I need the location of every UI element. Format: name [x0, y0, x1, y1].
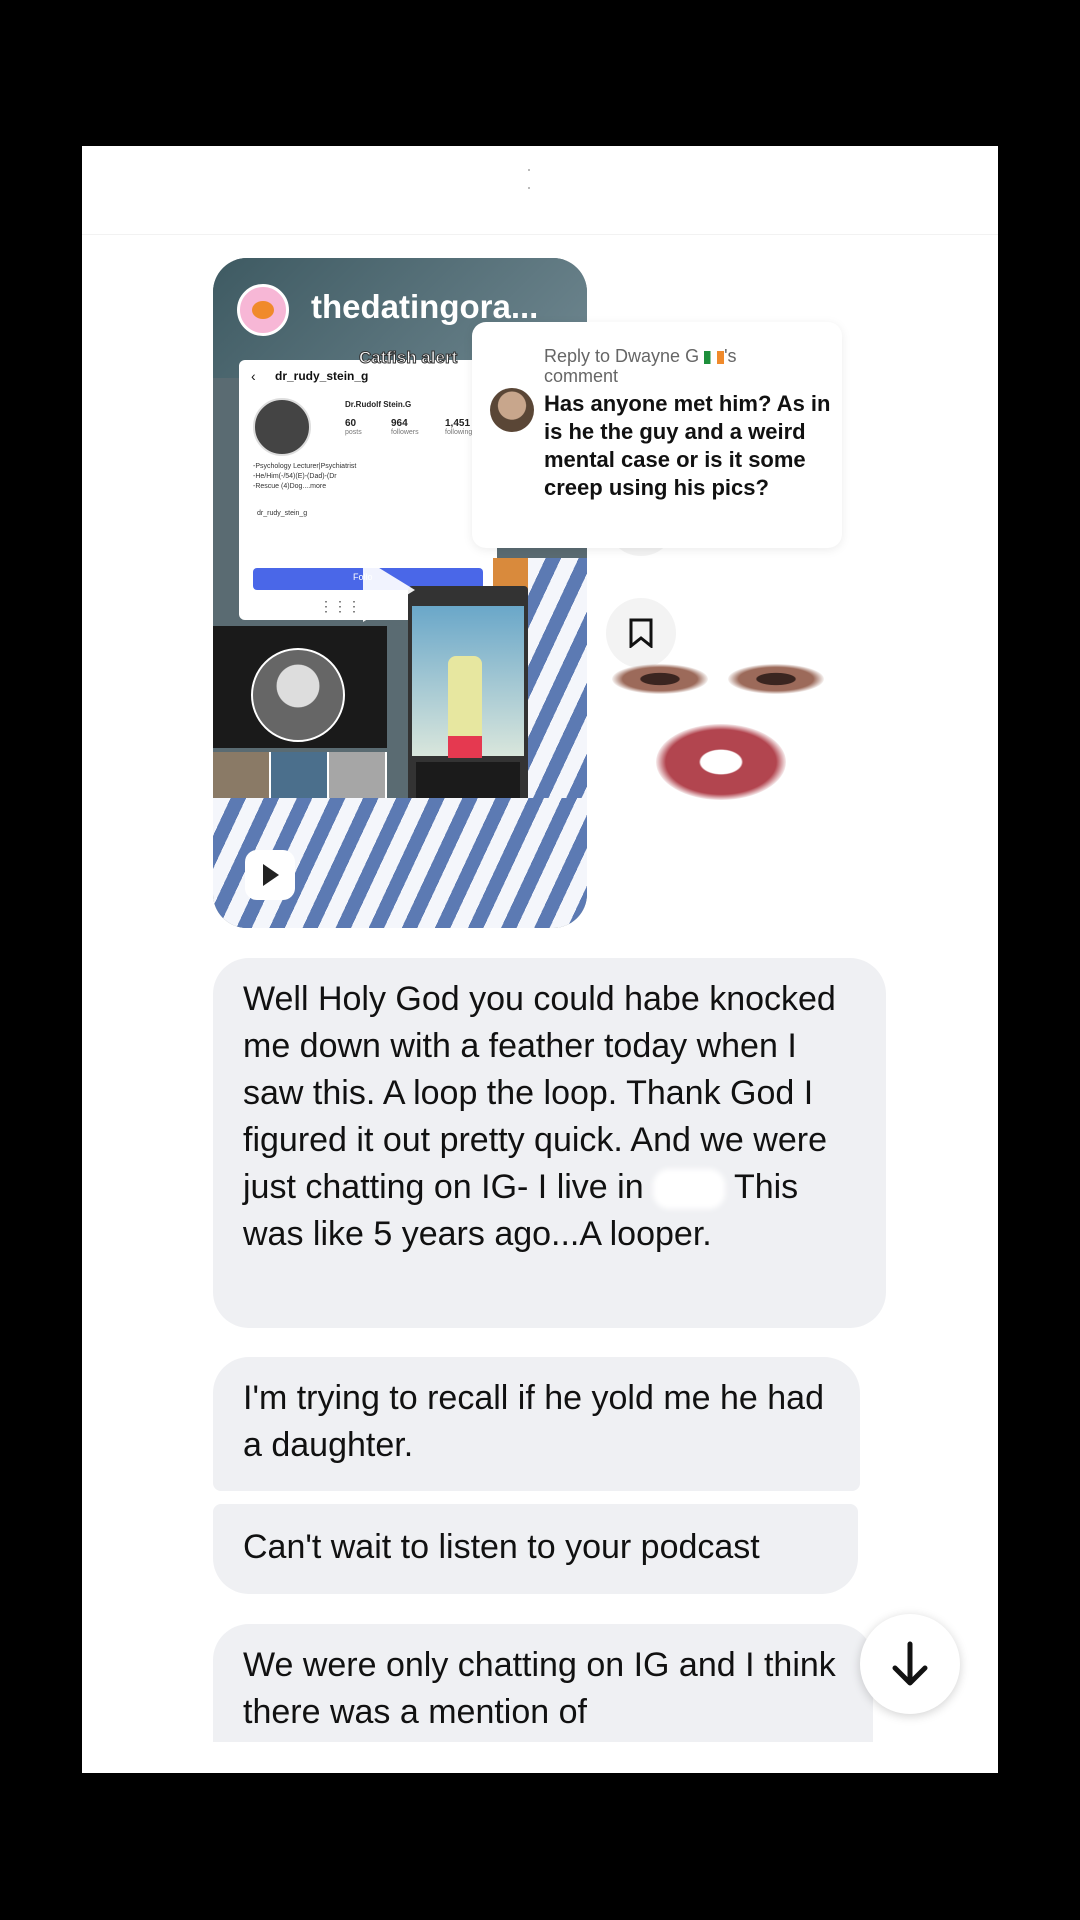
- play-icon[interactable]: [363, 558, 415, 622]
- reply-comment-text: Has anyone met him? As in is he the guy …: [544, 391, 831, 500]
- account-name: thedatingora...: [311, 288, 539, 325]
- scroll-down-button[interactable]: [860, 1614, 960, 1714]
- top-bar: [82, 146, 998, 235]
- profile-link: dr_rudy_stein_g: [257, 510, 308, 517]
- profile-username: dr_rudy_stein_g: [275, 369, 369, 383]
- following-stat: 1,451 following: [445, 418, 473, 436]
- reply-comment-card[interactable]: Reply to Dwayne G 's comment Has anyone …: [472, 322, 842, 548]
- followers-stat: 964 followers: [391, 418, 419, 436]
- second-phone-screenshot: [408, 586, 528, 822]
- message-text: I'm trying to recall if he yold me he ha…: [243, 1379, 824, 1464]
- message-bubble[interactable]: Well Holy God you could habe knocked me …: [213, 958, 886, 1328]
- chat-screen: thedatingora... Catfish alert ‹ dr_rudy_…: [82, 146, 998, 1773]
- status-dots: [528, 158, 548, 189]
- face-filter-lips: [656, 724, 786, 800]
- face-filter-eyes: [612, 654, 832, 700]
- redacted-location: [653, 1169, 726, 1210]
- account-logo: [237, 284, 289, 336]
- message-bubble[interactable]: I'm trying to recall if he yold me he ha…: [213, 1357, 860, 1491]
- arrow-down-icon: [892, 1641, 928, 1686]
- back-chevron-icon: ‹: [251, 368, 256, 384]
- message-text: We were only chatting on IG and I think …: [243, 1646, 836, 1731]
- message-bubble[interactable]: Can't wait to listen to your podcast: [213, 1504, 858, 1594]
- reply-to-label: Reply to Dwayne G 's comment: [544, 346, 737, 386]
- bottom-edge: [82, 1742, 998, 1773]
- commenter-avatar: [490, 388, 534, 432]
- ireland-flag-icon: [704, 350, 725, 364]
- posts-stat: 60 posts: [345, 418, 362, 436]
- grid-icon: ⋮⋮⋮: [319, 598, 361, 614]
- reel-icon[interactable]: [245, 850, 295, 900]
- striped-shirt: [528, 558, 587, 798]
- catfish-alert-label: Catfish alert: [358, 348, 458, 368]
- message-text: Can't wait to listen to your podcast: [243, 1528, 760, 1566]
- profile-display-name: Dr.Rudolf Stein.G: [345, 400, 412, 409]
- profile-avatar: [253, 398, 311, 456]
- profile-bio: -Psychology Lecturer|Psychiatrist -He/Hi…: [253, 463, 357, 490]
- round-photo: [251, 648, 345, 742]
- bookmark-icon: [629, 618, 653, 648]
